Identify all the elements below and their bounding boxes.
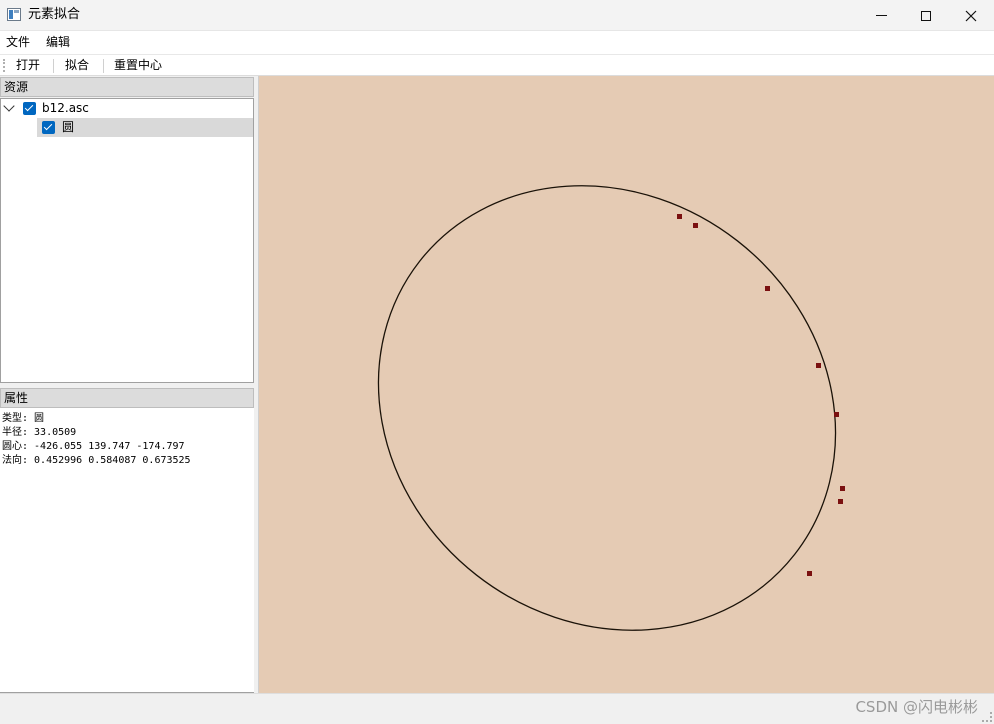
maximize-button[interactable] <box>903 0 949 31</box>
resource-tree: b12.asc 圆 <box>0 98 254 383</box>
tree-item-circle-label: 圆 <box>62 120 75 134</box>
maximize-icon <box>921 10 931 21</box>
point-marker <box>834 412 839 417</box>
tree-item-circle[interactable]: 圆 <box>37 118 253 137</box>
point-marker <box>693 223 698 228</box>
status-bar: CSDN @闪电彬彬 <box>0 693 994 724</box>
close-button[interactable] <box>948 0 994 31</box>
minimize-button[interactable] <box>858 0 904 31</box>
tree-item-file[interactable]: b12.asc <box>1 99 253 118</box>
point-marker <box>816 363 821 368</box>
menu-file[interactable]: 文件 <box>6 35 30 50</box>
menu-bar: 文件 编辑 <box>0 31 994 54</box>
point-marker <box>838 499 843 504</box>
point-marker <box>765 286 770 291</box>
fitted-circle-curve <box>377 185 837 631</box>
properties-panel-header[interactable]: 属性 <box>0 388 254 408</box>
toolbar: 打开 拟合 重置中心 <box>0 54 994 76</box>
tree-item-file-label: b12.asc <box>42 101 89 115</box>
toolbar-separator <box>103 59 104 73</box>
reset-center-button[interactable]: 重置中心 <box>114 58 162 73</box>
point-marker <box>677 214 682 219</box>
property-center: 圆心: -426.055 139.747 -174.797 <box>2 441 185 452</box>
property-radius: 半径: 33.0509 <box>2 427 77 438</box>
point-marker <box>840 486 845 491</box>
property-type: 类型: 圆 <box>2 413 45 424</box>
toolbar-separator <box>53 59 54 73</box>
watermark: CSDN @闪电彬彬 <box>855 698 978 716</box>
resources-panel-header[interactable]: 资源 <box>0 77 254 97</box>
point-cloud <box>677 214 845 576</box>
open-button[interactable]: 打开 <box>16 58 40 73</box>
resize-grip-icon[interactable] <box>982 712 992 722</box>
fit-button[interactable]: 拟合 <box>65 58 89 73</box>
app-window-icon <box>7 8 21 21</box>
toolbar-grip[interactable] <box>3 59 5 72</box>
window-title: 元素拟合 <box>28 7 81 22</box>
property-normal: 法向: 0.452996 0.584087 0.673525 <box>2 455 191 466</box>
properties-panel: 类型: 圆 半径: 33.0509 圆心: -426.055 139.747 -… <box>0 408 254 693</box>
3d-viewport[interactable] <box>258 76 994 693</box>
viewport-canvas[interactable] <box>259 76 994 693</box>
minimize-icon <box>875 15 887 16</box>
menu-edit[interactable]: 编辑 <box>46 35 70 50</box>
title-bar: 元素拟合 <box>0 0 994 31</box>
chevron-down-icon[interactable] <box>3 100 15 112</box>
point-marker <box>807 571 812 576</box>
close-icon <box>965 10 977 21</box>
circle-visible-checkbox[interactable] <box>42 121 55 134</box>
file-visible-checkbox[interactable] <box>23 102 36 115</box>
